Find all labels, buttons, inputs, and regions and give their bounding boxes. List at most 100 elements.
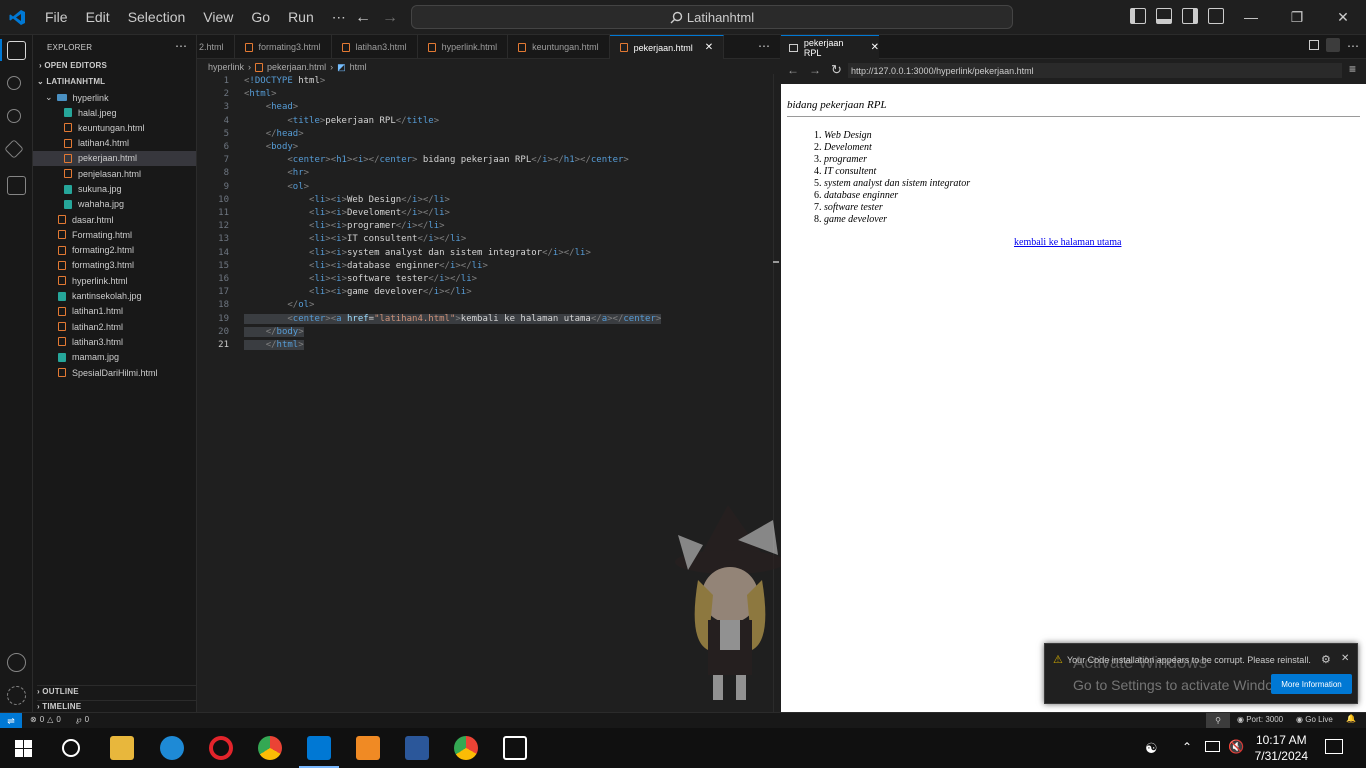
explorer-file-item[interactable]: formating3.html (33, 258, 196, 273)
close-tab-icon[interactable]: ✕ (871, 42, 879, 53)
explorer-file-item[interactable]: SpesialDariHilmi.html (33, 365, 196, 380)
explorer-file-item[interactable]: sukuna.jpg (33, 182, 196, 197)
ports-indicator[interactable]: ℘ 0 (76, 715, 89, 724)
workspace-header[interactable]: ⌄ LATIHANHTML (37, 77, 105, 86)
photos-icon[interactable] (503, 736, 527, 760)
menu-selection[interactable]: Selection (119, 9, 195, 25)
command-center-search[interactable]: Latihanhtml (411, 5, 1013, 29)
word-icon[interactable] (405, 736, 429, 760)
network-icon[interactable] (1205, 741, 1220, 752)
restore-icon[interactable]: ❐ (1274, 0, 1320, 34)
hamburger-menu-icon[interactable]: ≡ (1349, 62, 1356, 76)
code-line[interactable]: </head> (244, 129, 304, 139)
minimize-icon[interactable]: — (1228, 0, 1274, 34)
close-tab-icon[interactable]: ✕ (705, 42, 713, 53)
action-center-icon[interactable] (1325, 739, 1343, 754)
editor-tab[interactable]: latihan3.html (332, 35, 418, 59)
chrome-browser-icon[interactable] (258, 736, 282, 760)
settings-gear-icon[interactable] (7, 686, 26, 705)
explorer-file-item[interactable]: hyperlink.html (33, 273, 196, 288)
show-hidden-icons-chevron-icon[interactable]: ⌃ (1182, 740, 1192, 754)
source-control-icon[interactable] (7, 109, 21, 123)
code-line[interactable]: <li><i>game develover</i></li> (244, 287, 472, 297)
back-to-home-link[interactable]: kembali ke halaman utama (1014, 237, 1121, 248)
open-editors-header[interactable]: › OPEN EDITORS (39, 61, 107, 70)
remote-indicator-icon[interactable]: ⇌ (0, 713, 22, 729)
people-icon[interactable]: ☯ (1145, 740, 1158, 757)
explorer-file-item[interactable]: Formating.html (33, 227, 196, 242)
chrome-profile-icon[interactable] (454, 736, 478, 760)
customize-layout-icon[interactable] (1208, 8, 1224, 24)
tabs-more-icon[interactable]: ⋯ (758, 39, 770, 53)
timeline-header[interactable]: › TIMELINE (37, 700, 197, 711)
code-line[interactable]: <title>pekerjaan RPL</title> (244, 116, 439, 126)
explorer-file-item[interactable]: formating2.html (33, 243, 196, 258)
back-arrow-icon[interactable]: ← (355, 9, 371, 27)
explorer-file-item[interactable]: latihan3.html (33, 334, 196, 349)
lock-icon[interactable] (1326, 38, 1340, 52)
explorer-file-item[interactable]: pekerjaan.html (33, 150, 196, 166)
breadcrumb-symbol[interactable]: html (350, 62, 367, 72)
search-icon[interactable] (7, 76, 21, 90)
explorer-file-item[interactable]: latihan4.html (33, 136, 196, 151)
menu-run[interactable]: Run (279, 9, 323, 25)
cortana-search-icon[interactable] (62, 739, 80, 757)
notifications-bell-icon[interactable]: 🔔 (1346, 714, 1356, 723)
explorer-file-item[interactable]: dasar.html (33, 212, 196, 227)
editor-tab[interactable]: hyperlink.html (418, 35, 509, 59)
zoom-icon[interactable]: ⚲ (1206, 713, 1230, 729)
editor-tab[interactable]: formating3.html (235, 35, 332, 59)
more-information-button[interactable]: More Information (1271, 674, 1352, 694)
account-icon[interactable] (7, 653, 26, 672)
system-clock[interactable]: 10:17 AM 7/31/2024 (1255, 732, 1308, 764)
explorer-file-item[interactable]: mamam.jpg (33, 350, 196, 365)
menu-view[interactable]: View (194, 9, 242, 25)
code-line[interactable]: <body> (244, 142, 299, 152)
code-line[interactable]: </html> (244, 340, 304, 350)
code-line[interactable]: </body> (244, 326, 304, 337)
toggle-sidebar-icon[interactable] (1130, 8, 1146, 24)
code-line[interactable]: <li><i>IT consultent</i></li> (244, 234, 466, 244)
code-line[interactable]: <center><a href="latihan4.html">kembali … (244, 313, 662, 324)
opera-browser-icon[interactable] (209, 736, 233, 760)
reload-icon[interactable]: ↻ (831, 62, 842, 78)
menu-more[interactable]: ⋯ (323, 9, 355, 26)
menu-go[interactable]: Go (242, 9, 279, 25)
url-input[interactable]: http://127.0.0.1:3000/hyperlink/pekerjaa… (848, 63, 1342, 78)
code-line[interactable]: <html> (244, 89, 277, 99)
code-line[interactable]: <li><i>Develoment</i></li> (244, 208, 450, 218)
explorer-file-item[interactable]: latihan1.html (33, 304, 196, 319)
editor-tab[interactable]: 2.html (197, 35, 235, 59)
extensions-icon[interactable] (7, 176, 26, 195)
code-line[interactable]: <ol> (244, 182, 309, 192)
notification-settings-icon[interactable]: ⚙ (1321, 653, 1331, 666)
toggle-secondary-sidebar-icon[interactable] (1182, 8, 1198, 24)
code-line[interactable]: </ol> (244, 300, 314, 310)
split-editor-icon[interactable] (1309, 40, 1319, 50)
vscode-taskbar-icon[interactable] (299, 736, 339, 768)
toggle-panel-icon[interactable] (1156, 8, 1172, 24)
code-line[interactable]: <!DOCTYPE html> (244, 76, 325, 86)
preview-more-icon[interactable]: ⋯ (1347, 39, 1359, 53)
preview-forward-icon[interactable]: → (809, 63, 821, 77)
code-line[interactable]: <li><i>programer</i></li> (244, 221, 445, 231)
port-status[interactable]: ◉ Port: 3000 (1237, 715, 1283, 724)
forward-arrow-icon[interactable]: → (382, 9, 398, 27)
folder-hyperlink[interactable]: ⌄ hyperlink (33, 90, 196, 105)
explorer-file-item[interactable]: penjelasan.html (33, 166, 196, 181)
outline-header[interactable]: › OUTLINE (37, 685, 197, 696)
explorer-file-item[interactable]: kantinsekolah.jpg (33, 289, 196, 304)
editor-tab[interactable]: keuntungan.html (508, 35, 610, 59)
edge-browser-icon[interactable] (160, 736, 184, 760)
notification-close-icon[interactable]: ✕ (1341, 653, 1349, 664)
editor-tab[interactable]: pekerjaan.html ✕ (609, 35, 725, 59)
menu-file[interactable]: File (36, 9, 77, 25)
code-line[interactable]: <li><i>Web Design</i></li> (244, 195, 450, 205)
volume-muted-icon[interactable]: 🔇 (1228, 739, 1244, 755)
preview-tab[interactable]: pekerjaan RPL ✕ (781, 35, 879, 59)
go-live-button[interactable]: ◉ Go Live (1296, 715, 1333, 724)
breadcrumb-file[interactable]: pekerjaan.html (267, 62, 326, 72)
run-debug-icon[interactable] (4, 139, 24, 159)
code-line[interactable]: <head> (244, 102, 299, 112)
code-line[interactable]: <center><h1><i></center> bidang pekerjaa… (244, 155, 628, 165)
